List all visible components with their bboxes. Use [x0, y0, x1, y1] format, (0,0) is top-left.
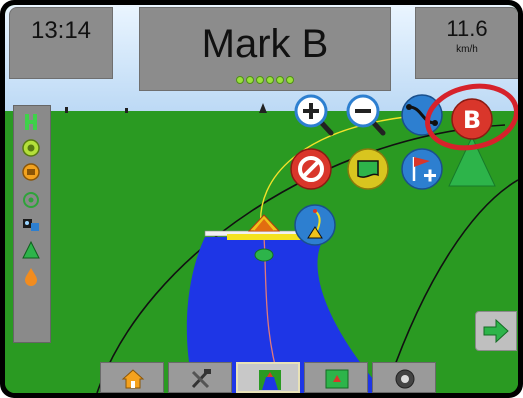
gps-signal-dot: [236, 76, 244, 84]
cancel-button[interactable]: [289, 147, 333, 191]
rate-control-icon: [22, 163, 40, 181]
speed-display: 11.6 km/h: [415, 7, 518, 79]
camera-icon: [395, 369, 415, 389]
magnifier-minus-icon: [346, 94, 386, 136]
tab-rear-view[interactable]: [372, 362, 436, 393]
tab-tools[interactable]: [168, 362, 232, 393]
tab-field-view[interactable]: [304, 362, 368, 393]
field-view-icon: [325, 369, 349, 389]
boundary-button[interactable]: [346, 147, 390, 191]
zoom-out-button[interactable]: [345, 93, 389, 137]
boom-height-icon: [23, 192, 39, 208]
magnifier-plus-icon: [294, 94, 334, 136]
droplet-icon: [25, 268, 37, 286]
gps-signal-dot: [246, 76, 254, 84]
gps-signal-dot: [286, 76, 294, 84]
gps-signal-dot: [266, 76, 274, 84]
bottom-tab-bar: [100, 362, 440, 393]
page-title: Mark B: [201, 22, 329, 66]
wrench-hammer-icon: [191, 369, 211, 389]
gps-signal-dot: [256, 76, 264, 84]
clock-display: 13:14: [9, 7, 113, 79]
boom-status-icon: [25, 114, 37, 130]
gps-signal-indicator: [140, 76, 390, 84]
gps-receiver-icon: [23, 219, 39, 231]
boundary-icon: [347, 148, 389, 190]
boom-active-section: [227, 234, 301, 240]
mode-title-box: Mark B: [139, 7, 391, 91]
next-page-button[interactable]: [475, 311, 517, 351]
tab-home[interactable]: [100, 362, 164, 393]
add-marker-button[interactable]: [400, 147, 444, 191]
antenna-marker: [254, 248, 274, 262]
tab-vehicle-view[interactable]: [236, 362, 300, 393]
arrow-right-icon: [483, 318, 509, 344]
clock-time: 13:14: [30, 17, 92, 44]
zoom-in-button[interactable]: [293, 93, 337, 137]
mark-b-highlight-ring: [425, 83, 518, 151]
flag-plus-icon: [401, 148, 443, 190]
speed-unit: km/h: [456, 44, 478, 55]
section-control-icon: [22, 139, 40, 157]
curve-icon: [294, 204, 336, 246]
gps-signal-dot: [276, 76, 284, 84]
device-frame: 13:14 Mark B 11.6 km/h B: [0, 0, 523, 398]
home-icon: [121, 369, 145, 389]
guidance-triangle-icon: [22, 240, 40, 259]
speed-value: 11.6: [446, 16, 488, 41]
no-entry-icon: [290, 148, 332, 190]
vehicle-view-icon: [259, 370, 281, 390]
curve-steer-button[interactable]: [293, 203, 337, 247]
display-screen: 13:14 Mark B 11.6 km/h B: [5, 5, 518, 393]
status-panel[interactable]: [13, 105, 51, 343]
